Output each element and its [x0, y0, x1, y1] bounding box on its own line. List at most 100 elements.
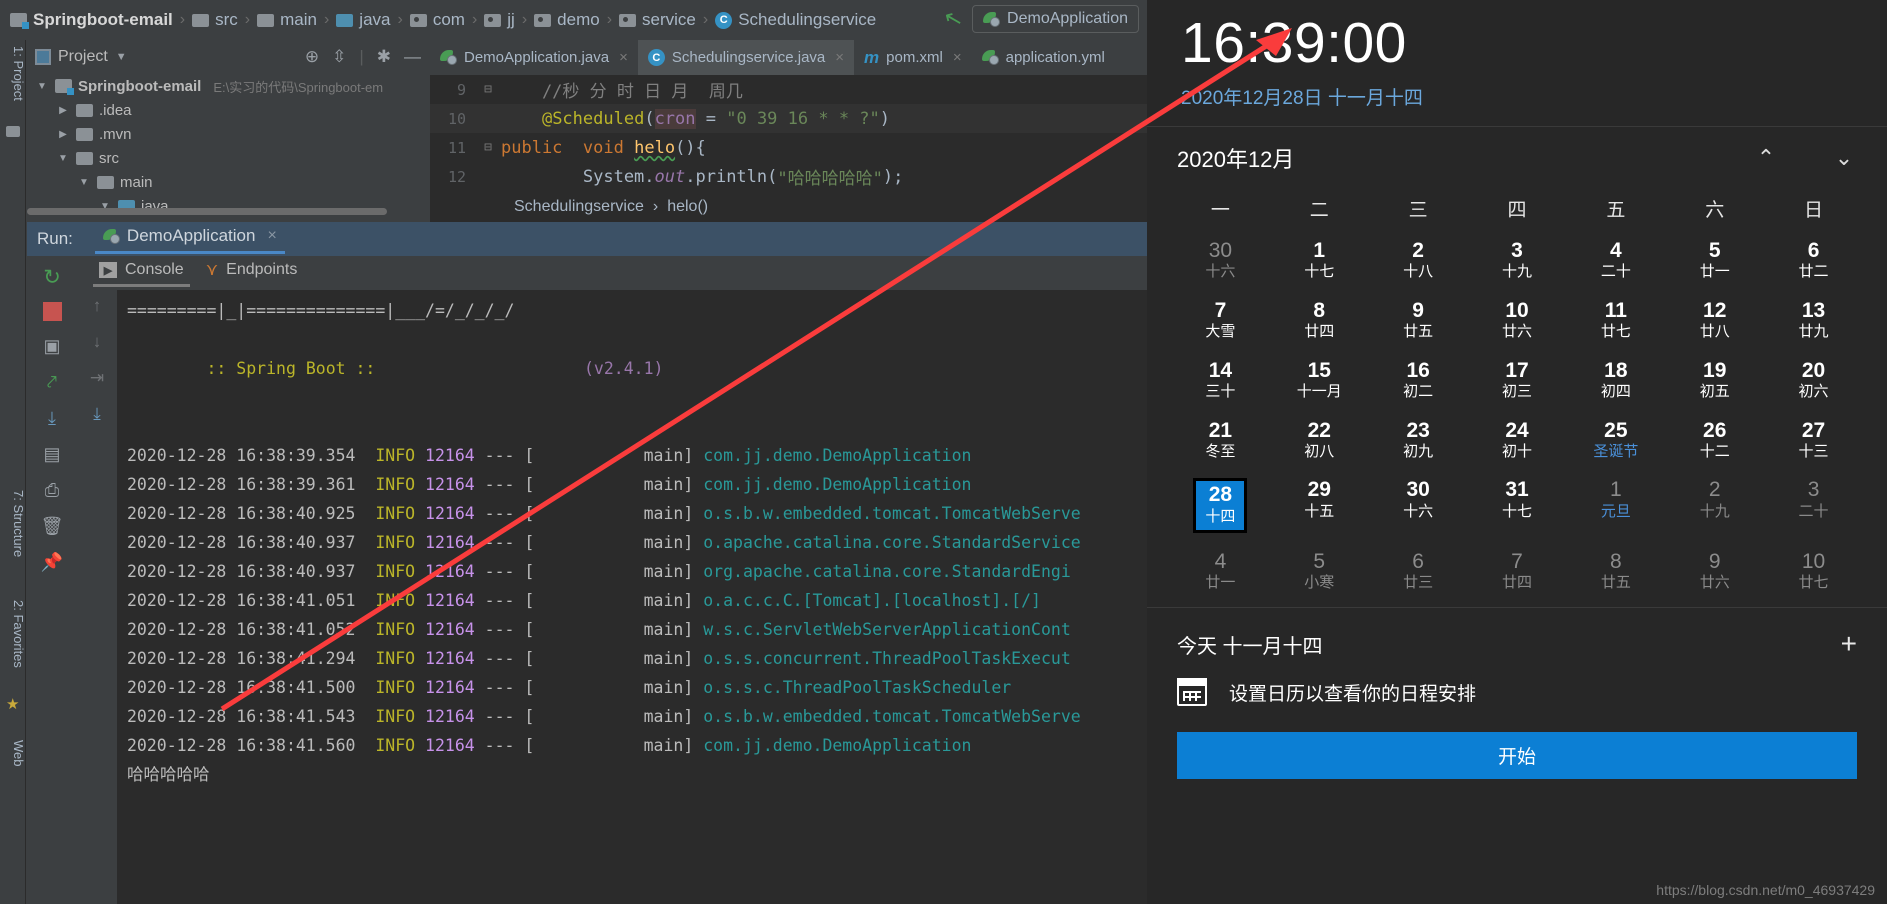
layout-icon[interactable]: ▤ [41, 443, 63, 465]
calendar-day-cell[interactable]: 20 初六 [1764, 356, 1863, 405]
tree-node-src[interactable]: ▼ src [27, 146, 429, 170]
calendar-day-cell[interactable]: 11 廿七 [1566, 296, 1665, 345]
gear-icon[interactable]: ✱ [377, 47, 391, 67]
calendar-day-cell[interactable]: 27 十三 [1764, 416, 1863, 465]
calendar-day-cell[interactable]: 31 十七 [1468, 475, 1567, 536]
calendar-day-cell[interactable]: 26 十二 [1665, 416, 1764, 465]
tree-twisty-icon[interactable]: ▼ [35, 81, 49, 92]
calendar-day-cell[interactable]: 30 十六 [1369, 475, 1468, 536]
calendar-day-cell[interactable]: 8 廿四 [1270, 296, 1369, 345]
tree-twisty-icon[interactable]: ▶ [56, 129, 70, 140]
calendar-day-cell[interactable]: 24 初十 [1468, 416, 1567, 465]
scroll-to-end-icon[interactable]: ⤓ [93, 404, 101, 424]
calendar-day-cell[interactable]: 2 十八 [1369, 236, 1468, 285]
calendar-day-cell[interactable]: 7 大雪 [1171, 296, 1270, 345]
delete-icon[interactable]: 🗑 [41, 515, 64, 537]
calendar-day-cell[interactable]: 25 圣诞节 [1566, 416, 1665, 465]
calendar-day-cell[interactable]: 18 初四 [1566, 356, 1665, 405]
run-tab-demoapplication[interactable]: DemoApplication × [94, 226, 285, 254]
tree-node-mvn[interactable]: ▶ .mvn [27, 122, 429, 146]
export-icon[interactable]: ⤓ [41, 407, 63, 429]
close-icon[interactable]: × [835, 49, 844, 66]
calendar-day-cell[interactable]: 1 元旦 [1566, 475, 1665, 536]
soft-wrap-icon[interactable]: ⇥ [90, 368, 104, 388]
scroll-down-icon[interactable]: ↓ [93, 332, 102, 352]
calendar-day-cell[interactable]: 14 三十 [1171, 356, 1270, 405]
console-output[interactable]: =========|_|==============|___/=/_/_/_/ … [117, 290, 1147, 904]
calendar-day-cell[interactable]: 6 廿三 [1369, 547, 1468, 596]
chevron-up-icon[interactable]: ⌃ [1753, 145, 1779, 171]
fold-icon[interactable]: ⊟ [475, 82, 501, 97]
calendar-day-cell[interactable]: 8 廿五 [1566, 547, 1665, 596]
tree-node-main[interactable]: ▼ main [27, 170, 429, 194]
code-view[interactable]: 9 ⊟ //秒 分 时 日 月 周几 10 @Scheduled(cron = "0… [430, 75, 1147, 192]
tab-console[interactable]: ▶ Console [93, 261, 190, 287]
breadcrumb-item-schedulingservice[interactable]: C Schedulingservice [715, 10, 876, 30]
calendar-day-cell[interactable]: 1 十七 [1270, 236, 1369, 285]
calendar-day-cell[interactable]: 3 二十 [1764, 475, 1863, 536]
screenshot-icon[interactable]: ▣ [41, 335, 63, 357]
breadcrumb-method[interactable]: helo() [667, 198, 708, 216]
rerun-icon[interactable]: ↻ [41, 266, 63, 289]
calendar-day-cell[interactable]: 3 十九 [1468, 236, 1567, 285]
calendar-day-cell[interactable]: 15 十一月 [1270, 356, 1369, 405]
breadcrumb-item-jj[interactable]: jj [484, 10, 515, 30]
close-icon[interactable]: × [267, 227, 276, 245]
add-event-icon[interactable]: + [1841, 628, 1857, 660]
chevron-down-icon[interactable]: ▼ [116, 51, 127, 63]
breadcrumb-class[interactable]: Schedulingservice [514, 198, 644, 216]
breadcrumb-item-service[interactable]: service [619, 10, 696, 30]
breadcrumb-item-main[interactable]: main [257, 10, 317, 30]
calendar-day-cell[interactable]: 7 廿四 [1468, 547, 1567, 596]
breadcrumb-item-springboot-email[interactable]: Springboot-email [10, 10, 173, 30]
calendar-day-cell[interactable]: 16 初二 [1369, 356, 1468, 405]
calendar-day-cell[interactable]: 23 初九 [1369, 416, 1468, 465]
chevron-down-icon[interactable]: ⌄ [1831, 145, 1857, 171]
project-tree[interactable]: ▼ Springboot-email E:\实习的代码\Springboot-em ▶… [27, 74, 429, 222]
tree-twisty-icon[interactable]: ▶ [56, 105, 70, 116]
calendar-day-cell[interactable]: 4 二十 [1566, 236, 1665, 285]
calendar-day-cell[interactable]: 5 小寒 [1270, 547, 1369, 596]
tool-button-project[interactable]: 1: Project [0, 46, 26, 101]
pin-icon[interactable]: 📌 [41, 551, 63, 573]
close-icon[interactable]: × [953, 49, 962, 66]
calendar-day-cell[interactable]: 9 廿六 [1665, 547, 1764, 596]
calendar-day-cell[interactable]: 6 廿二 [1764, 236, 1863, 285]
calendar-day-cell[interactable]: 5 廿一 [1665, 236, 1764, 285]
editor-tab-applicationyml[interactable]: application.yml [972, 40, 1115, 75]
calendar-day-cell[interactable]: 28 十四 [1171, 475, 1270, 536]
tool-button-structure[interactable]: 7: Structure [0, 490, 26, 557]
breadcrumb-item-demo[interactable]: demo [534, 10, 600, 30]
calendar-day-cell[interactable]: 12 廿八 [1665, 296, 1764, 345]
tab-endpoints[interactable]: ⋎ Endpoints [206, 260, 298, 286]
breadcrumb-item-java[interactable]: java [336, 10, 390, 30]
calendar-day-cell[interactable]: 13 廿九 [1764, 296, 1863, 345]
tree-node-springbootemail[interactable]: ▼ Springboot-email E:\实习的代码\Springboot-em [27, 74, 429, 98]
locate-icon[interactable]: ⊕ [305, 47, 319, 67]
calendar-day-today[interactable]: 28 十四 [1193, 478, 1248, 534]
calendar-day-cell[interactable]: 2 十九 [1665, 475, 1764, 536]
stop-icon[interactable] [42, 302, 62, 321]
calendar-day-cell[interactable]: 22 初八 [1270, 416, 1369, 465]
close-icon[interactable]: × [619, 49, 628, 66]
tree-node-idea[interactable]: ▶ .idea [27, 98, 429, 122]
tool-button-favorites[interactable]: 2: Favorites [0, 600, 26, 668]
calendar-day-cell[interactable]: 30 十六 [1171, 236, 1270, 285]
breadcrumb-item-com[interactable]: com [409, 10, 465, 30]
project-horizontal-scrollbar[interactable] [27, 208, 387, 215]
run-configuration-selector[interactable]: DemoApplication [972, 5, 1139, 33]
editor-tab-demoapplicationjava[interactable]: DemoApplication.java × [430, 40, 638, 75]
start-button[interactable]: 开始 [1177, 732, 1857, 780]
print-icon[interactable]: ⎙ [41, 479, 63, 501]
calendar-day-cell[interactable]: 10 廿六 [1468, 296, 1567, 345]
calendar-day-cell[interactable]: 21 冬至 [1171, 416, 1270, 465]
tree-twisty-icon[interactable]: ▼ [77, 177, 91, 188]
month-title[interactable]: 2020年12月 [1177, 142, 1294, 174]
editor-tab-schedulingservicejava[interactable]: C Schedulingservice.java × [637, 40, 855, 75]
minimize-icon[interactable]: — [404, 47, 421, 67]
collapse-all-icon[interactable]: ⇳ [332, 47, 346, 67]
scroll-up-icon[interactable]: ↑ [93, 296, 102, 316]
calendar-day-cell[interactable]: 29 十五 [1270, 475, 1369, 536]
editor-tab-pomxml[interactable]: m pom.xml × [854, 40, 972, 75]
calendar-day-cell[interactable]: 19 初五 [1665, 356, 1764, 405]
